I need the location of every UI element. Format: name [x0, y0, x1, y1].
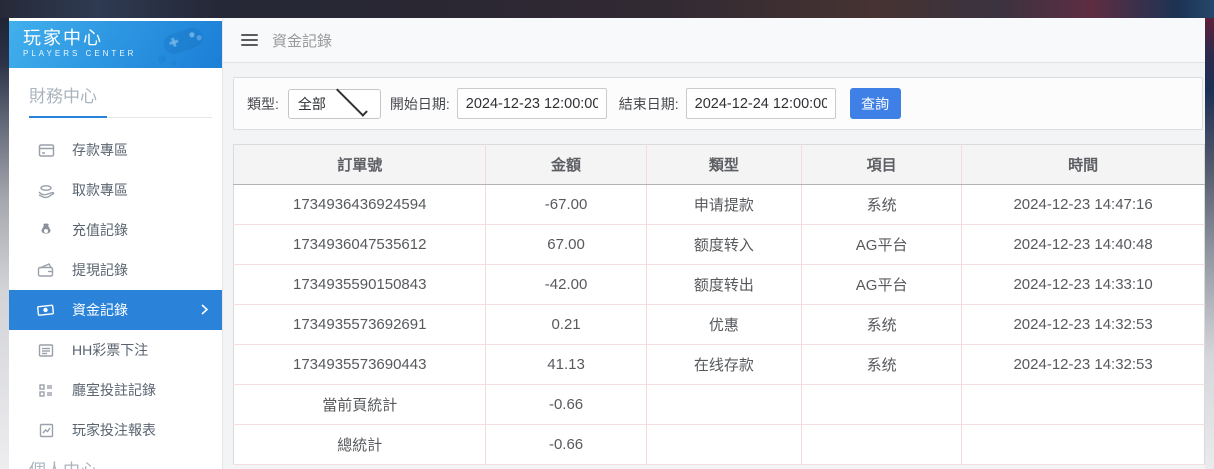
- page-title: 資金記錄: [272, 32, 333, 50]
- time-cell: 2024-12-23 14:40:48: [961, 224, 1205, 265]
- withdraw-hand-icon: [37, 181, 55, 199]
- breadcrumb-bar: 資金記錄: [223, 18, 1205, 63]
- menu-toggle-icon[interactable]: [241, 34, 258, 46]
- empty-cell: [801, 424, 963, 465]
- order-no-cell: 1734935590150843: [232, 264, 487, 305]
- section-personal-label: 個人中心: [9, 450, 222, 469]
- sidebar-header: 玩家中心 PLAYERS CENTER: [9, 21, 222, 68]
- amount-cell: 0.21: [485, 304, 647, 345]
- time-cell: 2024-12-23 14:33:10: [961, 264, 1205, 305]
- time-cell: 2024-12-23 14:32:53: [961, 344, 1205, 385]
- gamepad-icon: [158, 27, 203, 65]
- order-no-cell: 1734936047535612: [232, 224, 487, 265]
- table-header-row: 訂單號 金額 類型 項目 時間: [232, 144, 1205, 185]
- table-row: 1734935590150843 -42.00 额度转出 AG平台 2024-1…: [232, 264, 1205, 305]
- table-row: 1734936436924594 -67.00 申请提款 系统 2024-12-…: [232, 184, 1205, 225]
- page: 玩家中心 PLAYERS CENTER 財務中心 存款專區 取款專區 充值記錄 …: [9, 18, 1205, 469]
- sidebar-item-label: 提現記錄: [72, 262, 128, 278]
- empty-cell: [961, 384, 1205, 425]
- sidebar-item-deposit[interactable]: 存款專區: [9, 130, 222, 170]
- section-divider: [29, 116, 212, 118]
- sidebar-menu: 存款專區 取款專區 充值記錄 提現記錄 資金記錄 HH彩票下注 廳室投註記錄 玩…: [9, 130, 222, 450]
- deposit-card-icon: [37, 141, 55, 159]
- sidebar-item-withdraw[interactable]: 取款專區: [9, 170, 222, 210]
- item-cell: 系统: [801, 184, 963, 225]
- sidebar-item-recharge[interactable]: 充值記錄: [9, 210, 222, 250]
- summary-amount-cell: -0.66: [485, 384, 647, 425]
- summary-label-cell: 總統計: [232, 424, 487, 465]
- time-cell: 2024-12-23 14:47:16: [961, 184, 1205, 225]
- summary-row-total: 總統計 -0.66: [232, 424, 1205, 465]
- empty-cell: [645, 424, 803, 465]
- backdrop-left: [0, 18, 9, 469]
- search-button[interactable]: 查詢: [849, 88, 901, 119]
- order-no-cell: 1734935573690443: [232, 344, 487, 385]
- type-cell: 额度转出: [645, 264, 803, 305]
- amount-cell: 41.13: [485, 344, 647, 385]
- wallet-icon: [37, 261, 55, 279]
- order-no-cell: 1734935573692691: [232, 304, 487, 345]
- sidebar-item-hall-bet-records[interactable]: 廳室投註記錄: [9, 370, 222, 410]
- banknote-icon: [37, 301, 55, 319]
- type-cell: 在线存款: [645, 344, 803, 385]
- summary-amount-cell: -0.66: [485, 424, 647, 465]
- type-select[interactable]: 全部: [287, 84, 381, 119]
- chevron-right-icon: [201, 302, 209, 318]
- newspaper-icon: [37, 341, 55, 359]
- summary-label-cell: 當前頁統計: [232, 384, 487, 425]
- main-area: 資金記錄 類型: 全部 開始日期: 結束日期: 查詢 訂單號 金額 類型: [222, 18, 1205, 469]
- list-icon: [37, 381, 55, 399]
- item-cell: 系统: [801, 344, 963, 385]
- time-cell: 2024-12-23 14:32:53: [961, 304, 1205, 345]
- amount-cell: -42.00: [485, 264, 647, 305]
- sidebar-item-player-bet-report[interactable]: 玩家投注報表: [9, 410, 222, 450]
- column-header-item: 項目: [801, 144, 963, 185]
- filter-bar: 類型: 全部 開始日期: 結束日期: 查詢: [233, 77, 1203, 130]
- type-cell: 申请提款: [645, 184, 803, 225]
- amount-cell: 67.00: [485, 224, 647, 265]
- sidebar-item-label: 充值記錄: [72, 222, 128, 238]
- type-cell: 优惠: [645, 304, 803, 345]
- start-date-input[interactable]: [456, 88, 607, 119]
- empty-cell: [801, 384, 963, 425]
- empty-cell: [645, 384, 803, 425]
- sidebar-item-label: 取款專區: [72, 182, 128, 198]
- sidebar-item-label: 存款專區: [72, 142, 128, 158]
- item-cell: AG平台: [801, 224, 963, 265]
- section-finance-label: 財務中心: [29, 87, 97, 106]
- item-cell: AG平台: [801, 264, 963, 305]
- sidebar-item-label: 資金記錄: [72, 302, 128, 318]
- item-cell: 系统: [801, 304, 963, 345]
- end-date-label: 結束日期:: [618, 95, 679, 112]
- order-no-cell: 1734936436924594: [232, 184, 487, 225]
- type-label: 類型:: [247, 95, 279, 112]
- sidebar-item-withdrawal-records[interactable]: 提現記錄: [9, 250, 222, 290]
- sidebar-item-funds-records[interactable]: 資金記錄: [9, 290, 222, 330]
- amount-cell: -67.00: [485, 184, 647, 225]
- table-row: 1734936047535612 67.00 额度转入 AG平台 2024-12…: [232, 224, 1205, 265]
- type-select-value: 全部: [297, 95, 326, 112]
- type-cell: 额度转入: [645, 224, 803, 265]
- backdrop-right: [1205, 18, 1214, 469]
- sidebar: 玩家中心 PLAYERS CENTER 財務中心 存款專區 取款專區 充值記錄 …: [9, 18, 222, 469]
- sidebar-item-label: HH彩票下注: [72, 342, 149, 358]
- column-header-amount: 金額: [485, 144, 647, 185]
- sidebar-item-hh-lottery[interactable]: HH彩票下注: [9, 330, 222, 370]
- column-header-time: 時間: [961, 144, 1205, 185]
- end-date-input[interactable]: [685, 88, 836, 119]
- sidebar-item-label: 廳室投註記錄: [72, 382, 156, 398]
- column-header-order: 訂單號: [232, 144, 487, 185]
- sidebar-item-label: 玩家投注報表: [72, 422, 156, 438]
- table-row: 1734935573690443 41.13 在线存款 系统 2024-12-2…: [232, 344, 1205, 385]
- table-row: 1734935573692691 0.21 优惠 系统 2024-12-23 1…: [232, 304, 1205, 345]
- chevron-down-icon: [336, 84, 368, 117]
- start-date-label: 開始日期:: [389, 95, 450, 112]
- empty-cell: [961, 424, 1205, 465]
- backdrop-top: [0, 0, 1214, 18]
- report-chart-icon: [37, 421, 55, 439]
- summary-row-current-page: 當前頁統計 -0.66: [232, 384, 1205, 425]
- funds-record-table: 訂單號 金額 類型 項目 時間 1734936436924594 -67.00 …: [232, 144, 1205, 465]
- moneybag-icon: [37, 221, 55, 239]
- column-header-type: 類型: [645, 144, 803, 185]
